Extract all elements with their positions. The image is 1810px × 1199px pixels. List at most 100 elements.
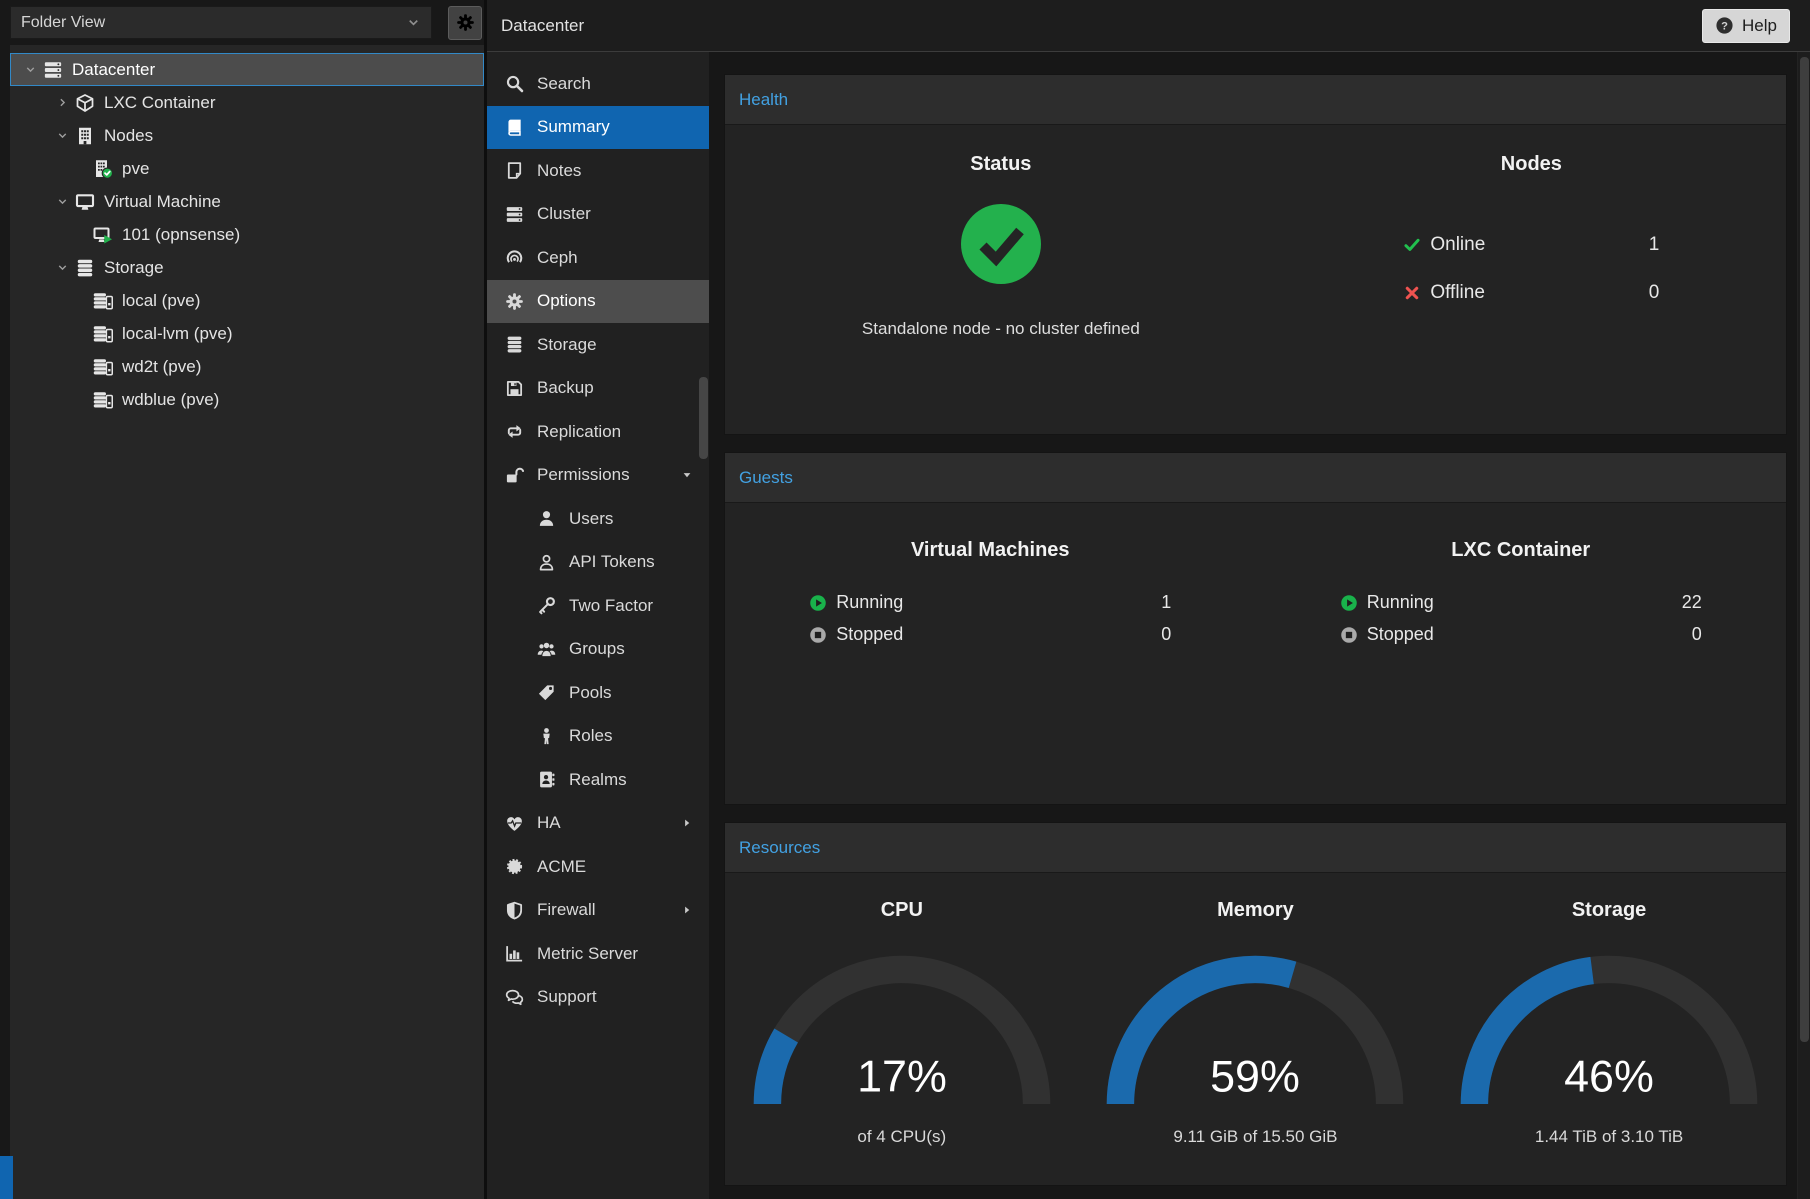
tree-item-storage[interactable]: Storage [10,251,484,284]
menu-item-groups[interactable]: Groups [487,628,709,672]
content-scrollbar-thumb[interactable] [1800,57,1809,1042]
menu-item-label: Roles [569,726,612,746]
tree-item-label: local (pve) [122,291,200,311]
tree-item-lxc-container[interactable]: LXC Container [10,86,484,119]
menu-item-two-factor[interactable]: Two Factor [487,584,709,628]
guest-group-title: LXC Container [1451,539,1590,562]
bar-chart-icon [503,944,525,963]
node-status-row-online: Online1 [1403,234,1659,256]
menu-item-label: Replication [537,422,621,442]
chevron-right-icon[interactable] [51,96,73,109]
health-panel: Health Status Standalone node - no clust… [724,74,1787,435]
chevron-down-icon[interactable] [51,261,73,274]
caret-down-icon [681,469,693,481]
menu-item-metric-server[interactable]: Metric Server [487,932,709,976]
tree-item-label: pve [122,159,149,179]
tree-item-nodes[interactable]: Nodes [10,119,484,152]
stop-circle-icon [809,626,827,644]
heartbeat-icon [503,814,525,833]
menu-item-label: Storage [537,335,597,355]
nodes-status-column: Nodes Online1Offline0 [1277,153,1786,434]
tree-item-wd2t-pve[interactable]: wd2t (pve) [10,350,484,383]
menu-item-ceph[interactable]: Ceph [487,236,709,280]
guest-row-value: 22 [1682,592,1702,613]
menu-item-api-tokens[interactable]: API Tokens [487,541,709,585]
cross-icon [1403,284,1421,302]
menu-item-cluster[interactable]: Cluster [487,193,709,237]
check-icon [1403,236,1421,254]
database-icon [73,258,97,278]
seal-icon [503,857,525,876]
tree-item-wdblue-pve[interactable]: wdblue (pve) [10,383,484,416]
stop-circle-icon [1340,626,1358,644]
menu-item-firewall[interactable]: Firewall [487,889,709,933]
menu-item-acme[interactable]: ACME [487,845,709,889]
health-panel-body: Status Standalone node - no cluster defi… [725,125,1786,434]
menu-item-ha[interactable]: HA [487,802,709,846]
comments-icon [503,988,525,1007]
guest-row-label: Stopped [1367,624,1434,645]
cluster-icon [503,205,525,224]
help-button[interactable]: ? Help [1702,9,1790,43]
resources-panel: Resources CPU17%of 4 CPU(s)Memory59%9.11… [724,822,1787,1186]
view-mode-value: Folder View [21,14,105,32]
menu-item-label: Backup [537,378,594,398]
menu-item-roles[interactable]: Roles [487,715,709,759]
chevron-down-icon[interactable] [51,129,73,142]
tree-item-virtual-machine[interactable]: Virtual Machine [10,185,484,218]
menu-item-label: Notes [537,161,581,181]
menu-item-pools[interactable]: Pools [487,671,709,715]
menu-item-realms[interactable]: Realms [487,758,709,802]
database-drive-icon [91,291,115,311]
tree-item-label: Virtual Machine [104,192,221,212]
splitter-accent[interactable] [0,1156,13,1199]
menu-item-search[interactable]: Search [487,62,709,106]
menu-scrollbar-thumb[interactable] [699,377,708,459]
tree-item-label: Datacenter [72,60,155,80]
menu-item-summary[interactable]: Summary [487,106,709,150]
menu-item-label: Options [537,291,596,311]
database-drive-icon [91,324,115,344]
tree-item-local-pve[interactable]: local (pve) [10,284,484,317]
node-status-label: Offline [1430,282,1485,304]
menu-item-users[interactable]: Users [487,497,709,541]
desktop-play-icon [91,225,115,245]
view-mode-select[interactable]: Folder View [10,6,432,39]
tree-item-label: 101 (opnsense) [122,225,240,245]
user-outline-icon [535,553,557,572]
caret-right-icon [681,904,693,916]
play-circle-icon [809,594,827,612]
gauge-title: Memory [1217,899,1294,922]
menu-item-replication[interactable]: Replication [487,410,709,454]
guest-rows: Running22Stopped0 [1340,592,1702,645]
tree-item-local-lvm-pve[interactable]: local-lvm (pve) [10,317,484,350]
guests-panel: Guests Virtual MachinesRunning1Stopped0L… [724,452,1787,805]
tree-item-pve[interactable]: pve [10,152,484,185]
guest-row-stopped: Stopped0 [1340,624,1702,645]
tree-item-101-opnsense[interactable]: 101 (opnsense) [10,218,484,251]
guest-row-label: Running [836,592,903,613]
nodes-rows: Online1Offline0 [1403,234,1659,304]
content-scrollbar[interactable] [1797,52,1810,1199]
svg-text:59%: 59% [1211,1051,1301,1102]
menu-item-notes[interactable]: Notes [487,149,709,193]
gauge-memory: Memory59%9.11 GiB of 15.50 GiB [1079,899,1433,1185]
menu-item-options[interactable]: Options [487,280,709,324]
menu-item-permissions[interactable]: Permissions [487,454,709,498]
content-body: SearchSummary Notes Cluster Ceph Options Stor… [487,52,1810,1199]
tree-item-datacenter[interactable]: Datacenter [10,53,484,86]
chevron-down-icon[interactable] [51,195,73,208]
tree-item-label: Nodes [104,126,153,146]
gauge-detail: 1.44 TiB of 3.10 TiB [1535,1127,1683,1147]
menu-item-support[interactable]: Support [487,976,709,1020]
unlock-icon [503,466,525,485]
tree-settings-button[interactable] [448,6,482,40]
resource-tree: Datacenter LXC Container Nodes pve Virtual M… [10,45,484,1199]
resources-panel-title: Resources [739,838,820,857]
menu-item-backup[interactable]: Backup [487,367,709,411]
menu-item-storage[interactable]: Storage [487,323,709,367]
gear-icon [456,13,475,32]
gear-icon [503,292,525,311]
chevron-down-icon[interactable] [19,63,41,76]
menu-item-label: Ceph [537,248,578,268]
